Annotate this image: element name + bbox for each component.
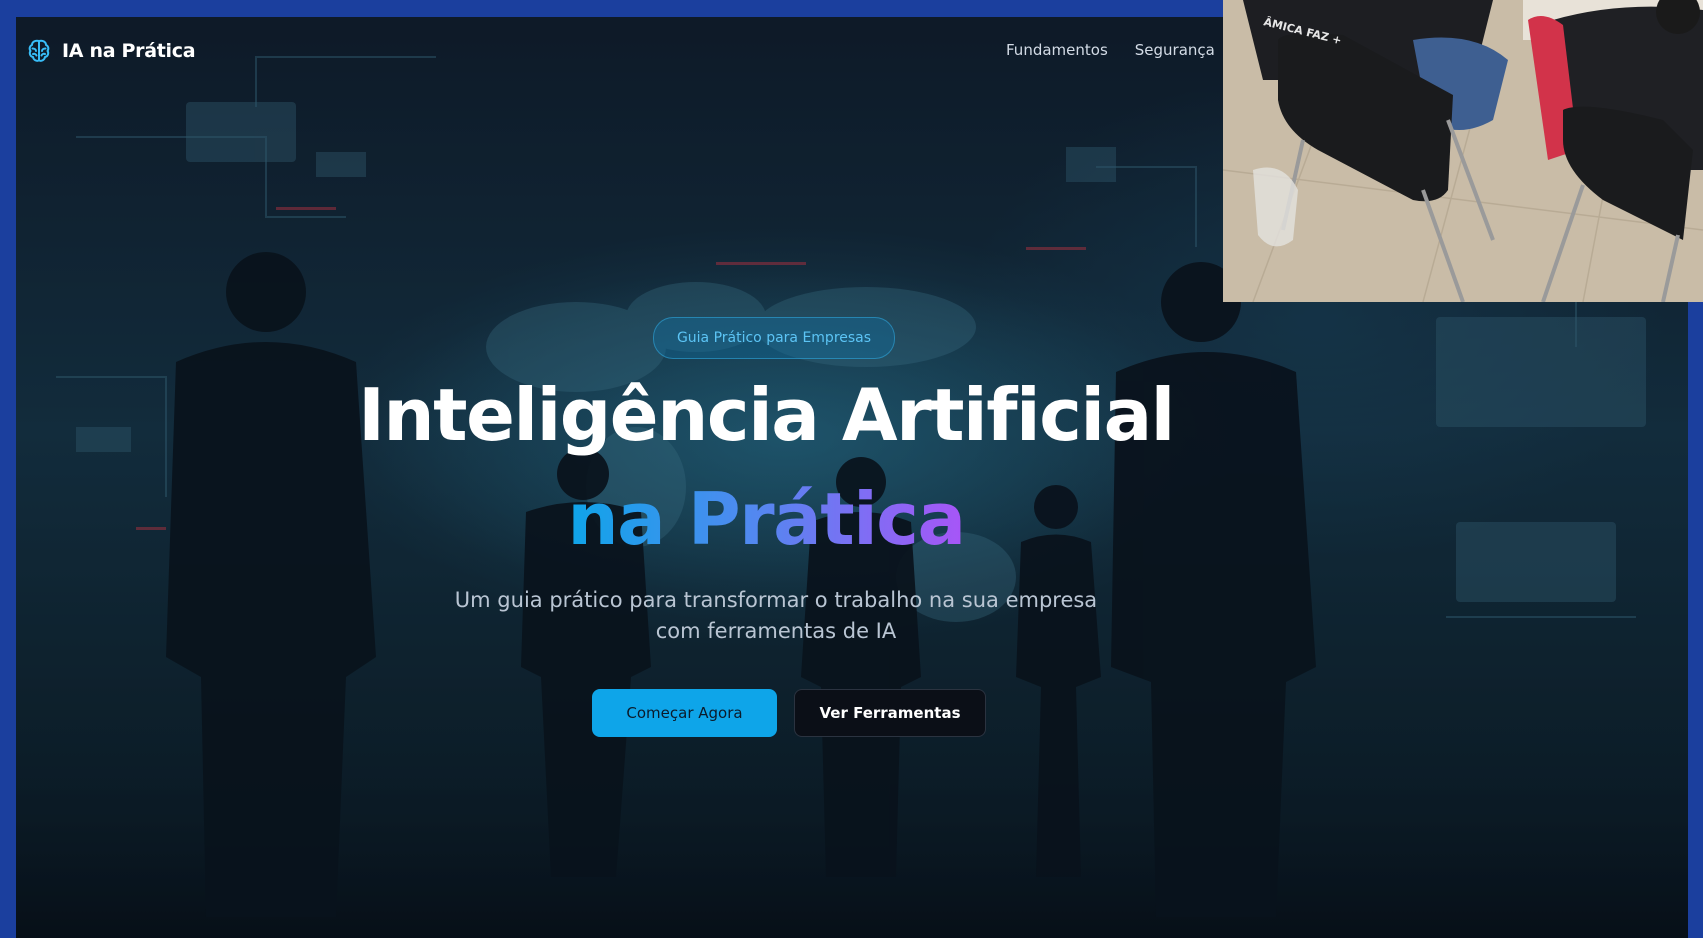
hero-title: Inteligência Artificial <box>358 373 1175 457</box>
hero-subtitle: Um guia prático para transformar o traba… <box>454 588 1098 643</box>
webcam-photo-overlay: ÂMICA FAZ + <box>1223 0 1703 302</box>
brand-name: IA na Prática <box>62 40 196 62</box>
people-seated-photo: ÂMICA FAZ + <box>1223 0 1703 302</box>
view-tools-button[interactable]: Ver Ferramentas <box>794 689 986 737</box>
brain-icon <box>28 39 50 62</box>
hero-title-highlight: na Prática <box>316 479 1216 559</box>
nav-link-seguranca[interactable]: Segurança <box>1135 41 1215 59</box>
start-now-button[interactable]: Começar Agora <box>592 689 777 737</box>
hero-badge: Guia Prático para Empresas <box>653 317 895 359</box>
hero-title-gradient-text: na Prática <box>567 477 966 561</box>
brand-logo[interactable]: IA na Prática <box>26 34 196 68</box>
top-nav: Fundamentos Segurança <box>1006 41 1215 59</box>
nav-link-fundamentos[interactable]: Fundamentos <box>1006 41 1108 59</box>
